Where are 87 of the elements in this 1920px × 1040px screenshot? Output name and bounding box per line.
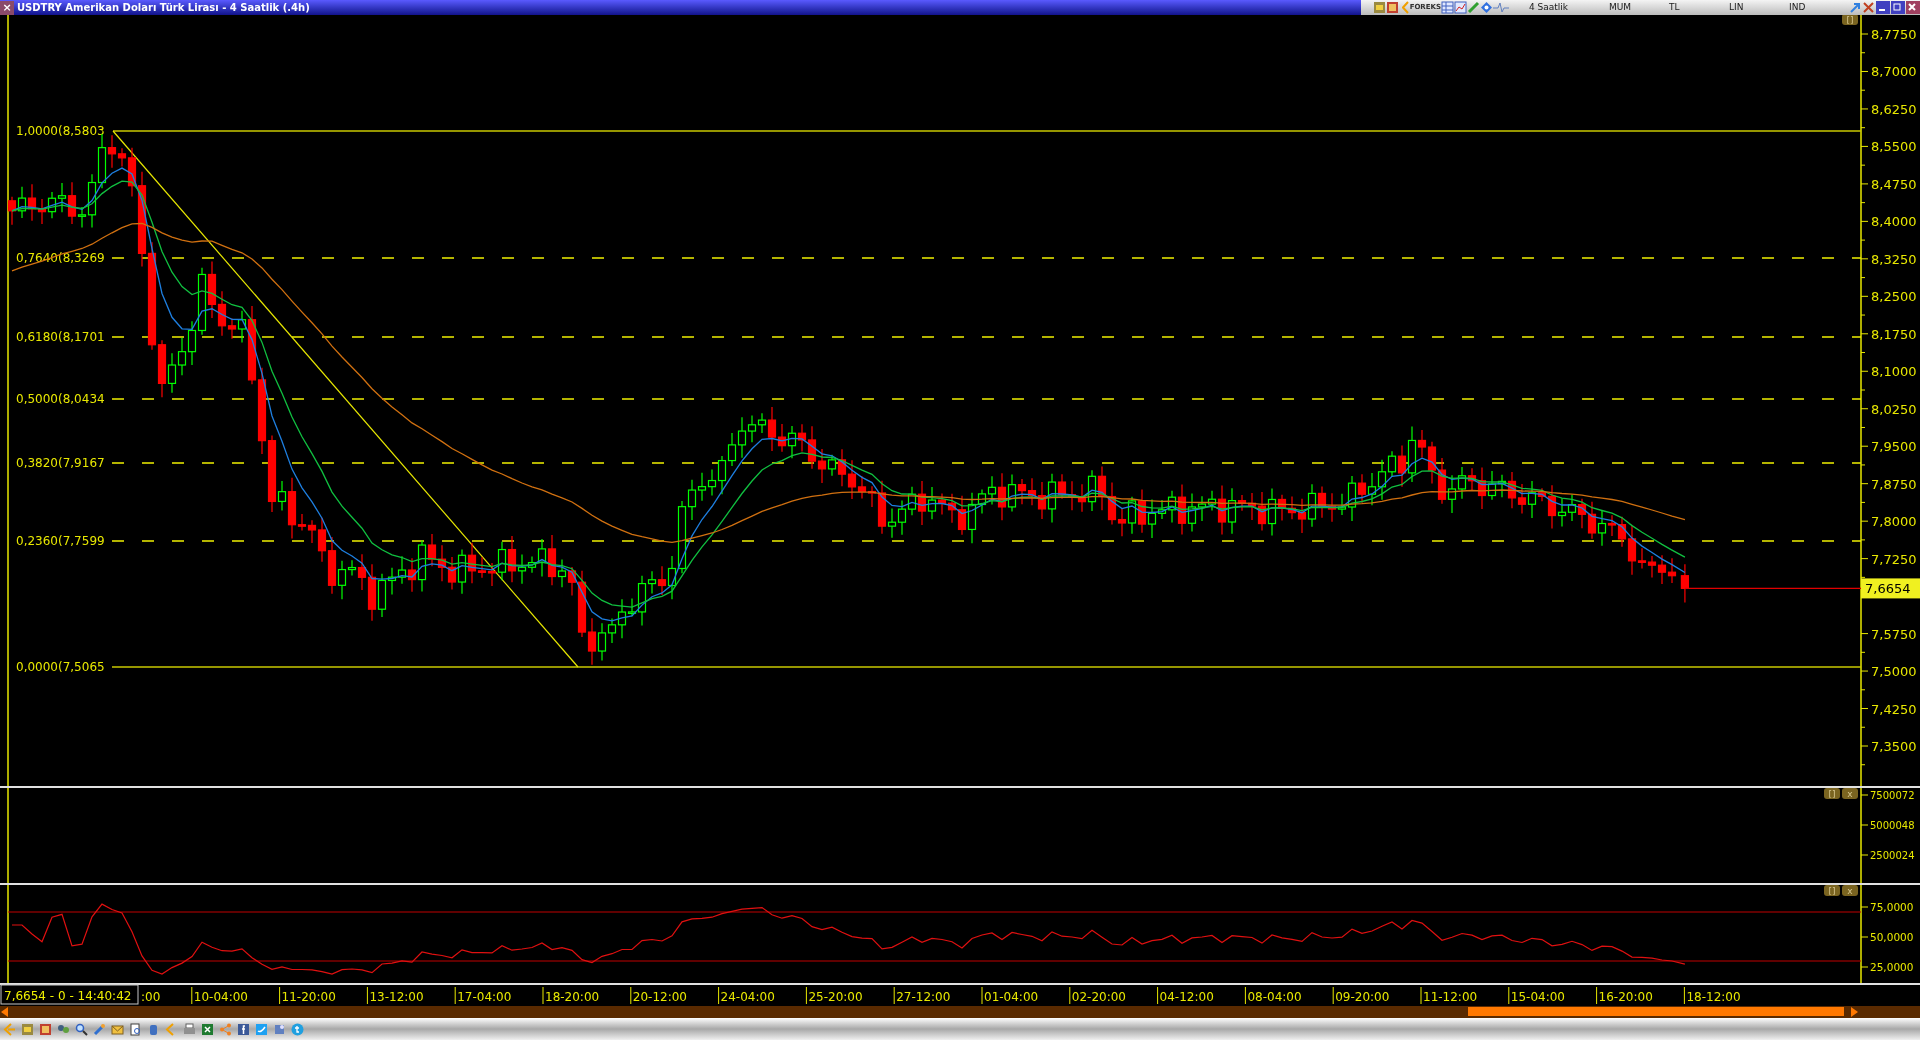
axis-tick-label: 8,1750 <box>1871 326 1917 342</box>
time-axis-label: 25-20:00 <box>808 990 863 1004</box>
axis-tick-label: 8,0250 <box>1871 401 1917 417</box>
document-search-icon[interactable] <box>129 1022 142 1036</box>
mail-icon[interactable] <box>111 1022 124 1036</box>
time-axis-label: 11-20:00 <box>281 990 336 1004</box>
axis-tick-label: 7,8000 <box>1871 514 1917 530</box>
axis-tick-label: 8,3250 <box>1871 251 1917 267</box>
axis-tick-label: 8,2500 <box>1871 289 1917 305</box>
time-axis-label: 11-12:00 <box>1423 990 1478 1004</box>
time-axis-label: 17-04:00 <box>457 990 512 1004</box>
axis-tick-label: 7,5750 <box>1871 626 1917 642</box>
close-button[interactable] <box>1906 1 1920 14</box>
status-text: 7,6654 - 0 - 14:40:42 <box>0 984 139 1005</box>
time-axis-label: 09-20:00 <box>1335 990 1390 1004</box>
printer-icon[interactable] <box>183 1022 196 1036</box>
people-icon[interactable] <box>57 1022 70 1036</box>
axis-tick-label: 8,1000 <box>1871 364 1917 380</box>
time-axis-label: 01-04:00 <box>984 990 1039 1004</box>
toolbar-button[interactable]: LIN <box>1729 0 1789 15</box>
toolbar-button[interactable]: 4 Saatlik <box>1529 0 1609 15</box>
axis-tick-label: 5000048 <box>1870 820 1915 831</box>
fibonacci-level-label: 0,6180(8,1701 <box>16 330 105 344</box>
axis-tick-label: 7,4250 <box>1871 701 1917 717</box>
axis-tick-label: 25,0000 <box>1870 961 1914 973</box>
fibonacci-level-label: 0,5000(8,0434 <box>16 392 105 406</box>
axis-tick-label: 7500072 <box>1870 790 1915 801</box>
toolbar-button[interactable]: MUM <box>1609 0 1669 15</box>
pencil-icon[interactable] <box>1467 1 1480 14</box>
square-f-icon[interactable] <box>237 1022 250 1036</box>
panel-button[interactable]: [] <box>1824 885 1840 896</box>
spreadsheet-icon[interactable] <box>201 1022 214 1036</box>
toolbar-button[interactable]: TL <box>1669 0 1729 15</box>
axis-tick-label: 7,3500 <box>1871 739 1917 754</box>
tools-icon[interactable] <box>1862 1 1875 14</box>
line-chart-icon[interactable] <box>1454 1 1467 14</box>
fibonacci-level-label: 0,2360(7,7599 <box>16 534 105 548</box>
arrow-icon[interactable] <box>1849 1 1862 14</box>
time-axis-label: 08-04:00 <box>1247 990 1302 1004</box>
panel-button[interactable]: [] <box>1824 788 1840 799</box>
axis-tick-label: 8,4000 <box>1871 214 1917 230</box>
time-axis-label: 02-20:00 <box>1071 990 1126 1004</box>
cylinder-icon[interactable] <box>147 1022 160 1036</box>
diamond-icon[interactable] <box>1480 1 1493 14</box>
axis-tick-label: 8,7000 <box>1871 64 1917 80</box>
search-icon[interactable] <box>75 1022 88 1036</box>
time-axis-label: 18-12:00 <box>1686 990 1741 1004</box>
circle-t-icon[interactable] <box>291 1022 304 1036</box>
axis-tick-label: 8,4750 <box>1871 176 1917 192</box>
panel-button[interactable]: [] <box>1842 15 1858 25</box>
panel-button[interactable]: x <box>1842 788 1858 799</box>
restore-button[interactable] <box>1891 1 1905 14</box>
time-axis-label: 18-20:00 <box>545 990 600 1004</box>
axis-tick-label: 8,5500 <box>1871 139 1917 155</box>
share-icon[interactable] <box>219 1022 232 1036</box>
scroll-right-arrow-icon[interactable] <box>1851 1007 1858 1017</box>
axis-tick-label: 75,0000 <box>1870 901 1914 913</box>
time-axis-label: 10-04:00 <box>193 990 248 1004</box>
time-axis-label: 15-04:00 <box>1510 990 1565 1004</box>
fibonacci-level-label: 0,3820(7,9167 <box>16 456 105 470</box>
time-axis-label: 20-12:00 <box>632 990 687 1004</box>
axis-tick-label: 2500024 <box>1870 850 1915 861</box>
axis-tick-label: 8,7750 <box>1871 27 1917 42</box>
time-axis-label: 24-04:00 <box>720 990 775 1004</box>
minimize-button[interactable] <box>1876 1 1890 14</box>
scrollbar-thumb[interactable] <box>1468 1007 1844 1016</box>
time-axis-label: 16-20:00 <box>1598 990 1653 1004</box>
fibonacci-level-label: 0,0000(7,5065 <box>16 660 105 674</box>
axis-tick-label: 7,5000 <box>1871 664 1917 680</box>
pulse-icon[interactable] <box>1493 1 1509 14</box>
time-axis-label: 04-12:00 <box>1159 990 1214 1004</box>
toolbar-button[interactable]: IND <box>1789 0 1849 15</box>
time-axis-label: 13-12:00 <box>369 990 424 1004</box>
time-axis-label: 27-12:00 <box>896 990 951 1004</box>
current-price-label: 7,6654 <box>1861 578 1920 599</box>
close-button[interactable]: × <box>0 0 14 15</box>
axis-tick-label: 7,9500 <box>1871 439 1917 455</box>
time-axis-label: :00 <box>141 990 161 1004</box>
axis-tick-label: 7,7250 <box>1871 551 1917 567</box>
scroll-left-arrow-icon[interactable] <box>1 1007 8 1017</box>
axis-tick-label: 8,6250 <box>1871 101 1917 117</box>
axis-tick-label: 50,0000 <box>1870 931 1914 943</box>
axis-tick-label: 7,8750 <box>1871 476 1917 492</box>
grid-icon[interactable] <box>1441 1 1454 14</box>
window-title: USDTRY Amerikan Doları Türk Lirası - 4 Saatlik (.4h) <box>17 0 310 15</box>
fibonacci-level-label: 1,0000(8,5803 <box>16 124 105 138</box>
panel-button[interactable]: x <box>1842 885 1858 896</box>
